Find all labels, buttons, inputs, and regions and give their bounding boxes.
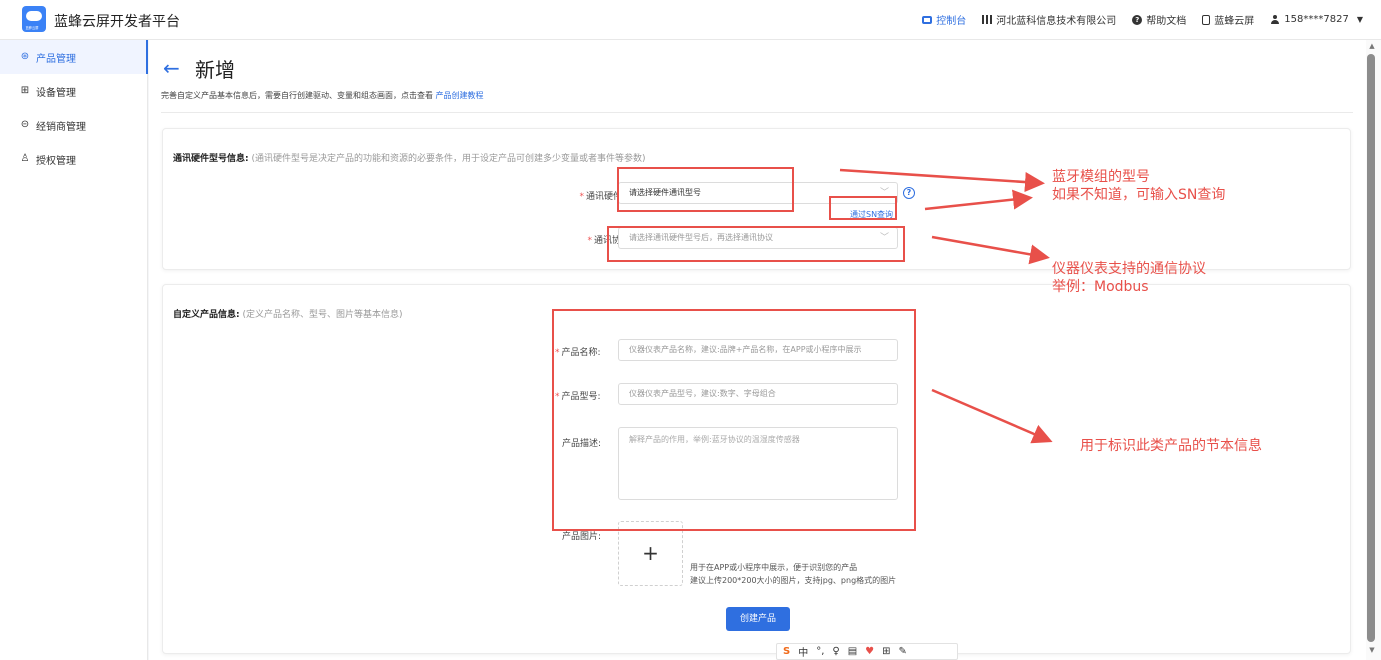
heart-icon[interactable]: ♥	[865, 646, 874, 657]
sidebar-item-auth[interactable]: ♙ 授权管理	[0, 142, 148, 176]
building-icon	[982, 15, 993, 24]
upload-hint-line-2: 建议上传200*200大小的图片，支持jpg、png格式的图片	[690, 576, 897, 585]
hardware-section-title: 通讯硬件型号信息:	[173, 154, 249, 164]
sidebar-item-label: 经销商管理	[36, 121, 86, 133]
sidebar-item-products[interactable]: ⊛ 产品管理	[0, 40, 148, 74]
company-label: 河北蓝科信息技术有限公司	[996, 16, 1117, 27]
caret-down-icon: ▼	[1356, 15, 1363, 24]
person-icon: ♙	[20, 153, 30, 164]
user-menu[interactable]: 158****7827 ▼	[1270, 14, 1363, 25]
cloud-screen-label: 蓝蜂云屏	[1214, 16, 1255, 27]
hardware-section-desc: (通讯硬件型号是决定产品的功能和资源的必要条件，用于设定产品可创建多少变量或者事…	[251, 154, 646, 164]
sidebar-item-devices[interactable]: ⊞ 设备管理	[0, 74, 148, 108]
app-title: 蓝蜂云屏开发者平台	[54, 14, 180, 30]
sidebar: ⊛ 产品管理 ⊞ 设备管理 ⊝ 经销商管理 ♙ 授权管理	[0, 40, 148, 660]
dealer-icon: ⊝	[20, 119, 30, 130]
cube-icon: ⊛	[20, 51, 30, 62]
upload-hint-line-1: 用于在APP或小程序中展示，便于识别您的产品	[690, 563, 858, 572]
apps-icon[interactable]: ⊞	[882, 646, 890, 657]
user-label: 158****7827	[1284, 14, 1349, 25]
skin-icon[interactable]: ✎	[899, 646, 907, 657]
scroll-up-icon[interactable]: ▲	[1366, 42, 1378, 50]
grid-icon: ⊞	[20, 85, 30, 96]
scrollbar-thumb[interactable]	[1367, 54, 1375, 642]
scroll-down-icon[interactable]: ▼	[1366, 646, 1378, 654]
back-arrow-icon[interactable]: ←	[163, 56, 180, 80]
annotation-box-model	[617, 167, 794, 212]
page-subtitle: 完善自定义产品基本信息后，需要自行创建驱动、变量和组态画面，点击查看 产品创建教…	[161, 90, 484, 101]
monitor-icon	[922, 15, 933, 24]
question-icon: ?	[1132, 14, 1143, 25]
tutorial-link[interactable]: 产品创建教程	[436, 91, 484, 100]
console-link[interactable]: 控制台	[922, 12, 966, 27]
create-product-button[interactable]: 创建产品	[726, 607, 790, 631]
annotation-product-info: 用于标识此类产品的节本信息	[1080, 438, 1262, 454]
top-nav: 控制台 河北蓝科信息技术有限公司 ? 帮助文档 蓝蜂云屏 158****7827…	[922, 12, 1363, 27]
sidebar-item-label: 产品管理	[36, 53, 76, 65]
sidebar-item-label: 授权管理	[36, 155, 76, 167]
product-section-header: 自定义产品信息: (定义产品名称、型号、图片等基本信息)	[173, 307, 403, 320]
subtitle-text: 完善自定义产品基本信息后，需要自行创建驱动、变量和组态画面，点击查看	[161, 91, 433, 100]
keyboard-icon[interactable]: ▤	[848, 646, 857, 657]
annotation-box-sn	[829, 196, 897, 220]
phone-icon	[1202, 14, 1211, 25]
help-label: 帮助文档	[1146, 16, 1187, 27]
page-title: 新增	[195, 58, 235, 82]
user-icon	[1270, 14, 1280, 25]
divider	[161, 112, 1353, 113]
sogou-icon[interactable]: S	[783, 646, 790, 657]
annotation-bt-model: 蓝牙模组的型号 如果不知道，可输入SN查询	[1052, 169, 1226, 203]
cloud-icon	[26, 11, 42, 21]
help-icon[interactable]: ?	[903, 187, 915, 199]
chinese-mode-icon[interactable]: 中	[798, 644, 808, 659]
console-label: 控制台	[936, 16, 967, 27]
product-section-desc: (定义产品名称、型号、图片等基本信息)	[242, 310, 403, 320]
top-bar: 蓝蜂云屏 蓝蜂云屏开发者平台 控制台 河北蓝科信息技术有限公司 ? 帮助文档 蓝…	[0, 0, 1381, 40]
app-logo[interactable]: 蓝蜂云屏	[22, 6, 46, 32]
sidebar-item-label: 设备管理	[36, 87, 76, 99]
upload-hint: 用于在APP或小程序中展示，便于识别您的产品 建议上传200*200大小的图片，…	[690, 561, 896, 587]
sidebar-item-dealers[interactable]: ⊝ 经销商管理	[0, 108, 148, 142]
cloud-screen-link[interactable]: 蓝蜂云屏	[1202, 12, 1254, 27]
annotation-protocol: 仪器仪表支持的通信协议 举例：Modbus	[1052, 261, 1206, 295]
logo-sub-text: 蓝蜂云屏	[25, 25, 39, 30]
annotation-box-protocol	[607, 226, 905, 262]
help-docs-link[interactable]: ? 帮助文档	[1132, 12, 1186, 27]
product-section-title: 自定义产品信息:	[173, 310, 240, 320]
company-link[interactable]: 河北蓝科信息技术有限公司	[982, 12, 1116, 27]
punctuation-icon[interactable]: °,	[816, 646, 824, 657]
ime-toolbar[interactable]: S 中 °, ♀ ▤ ♥ ⊞ ✎	[776, 643, 958, 660]
hardware-section-header: 通讯硬件型号信息: (通讯硬件型号是决定产品的功能和资源的必要条件，用于设定产品…	[173, 151, 646, 164]
mic-icon[interactable]: ♀	[832, 646, 839, 657]
annotation-box-product	[552, 309, 916, 531]
